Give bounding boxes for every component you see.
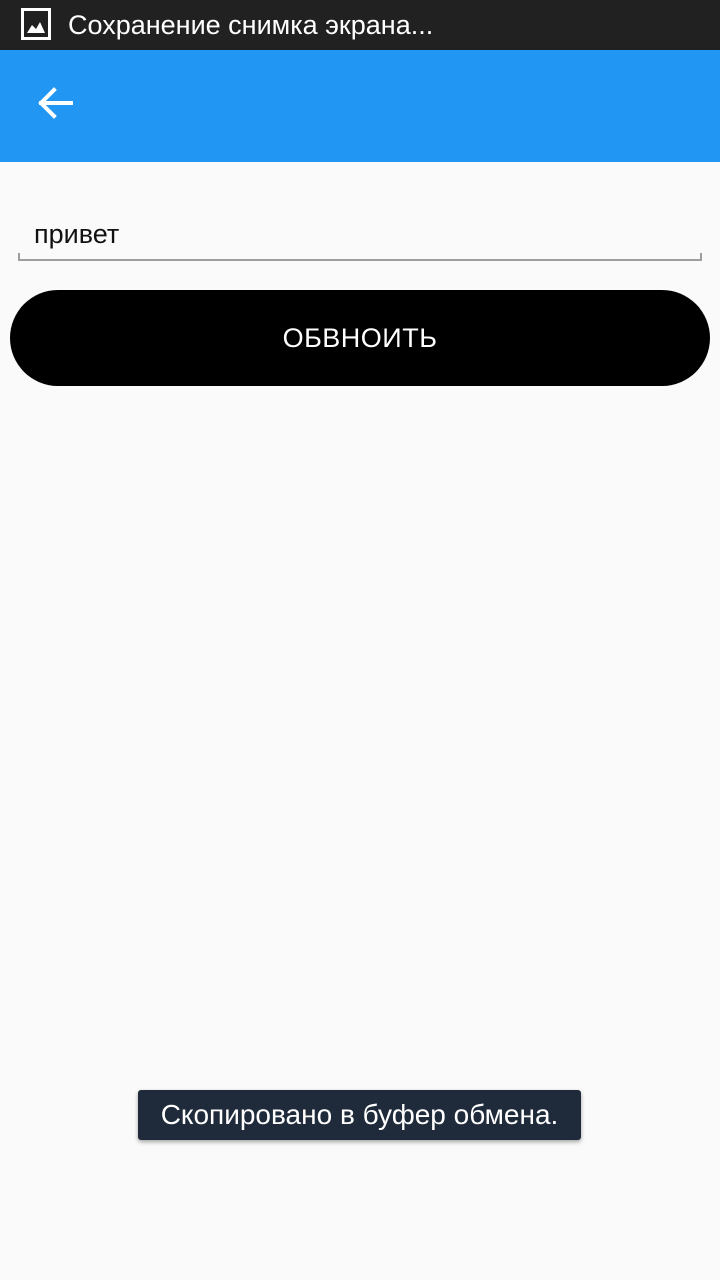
toast: Скопировано в буфер обмена. <box>138 1090 581 1140</box>
input-underline <box>18 259 702 261</box>
input-underline-tick-right <box>700 253 702 261</box>
app-bar <box>0 50 720 162</box>
back-button[interactable] <box>22 72 88 138</box>
status-bar: Сохранение снимка экрана... <box>0 0 720 50</box>
notification-text: Сохранение снимка экрана... <box>68 10 434 40</box>
arrow-left-icon <box>37 85 73 126</box>
text-field <box>18 210 702 262</box>
refresh-button-label: ОБВНОИТЬ <box>282 322 438 353</box>
input-underline-tick-left <box>18 253 20 261</box>
refresh-button[interactable]: ОБВНОИТЬ <box>10 290 710 386</box>
toast-message: Скопировано в буфер обмена. <box>160 1099 559 1130</box>
text-input[interactable] <box>18 210 702 258</box>
image-icon <box>21 8 51 40</box>
